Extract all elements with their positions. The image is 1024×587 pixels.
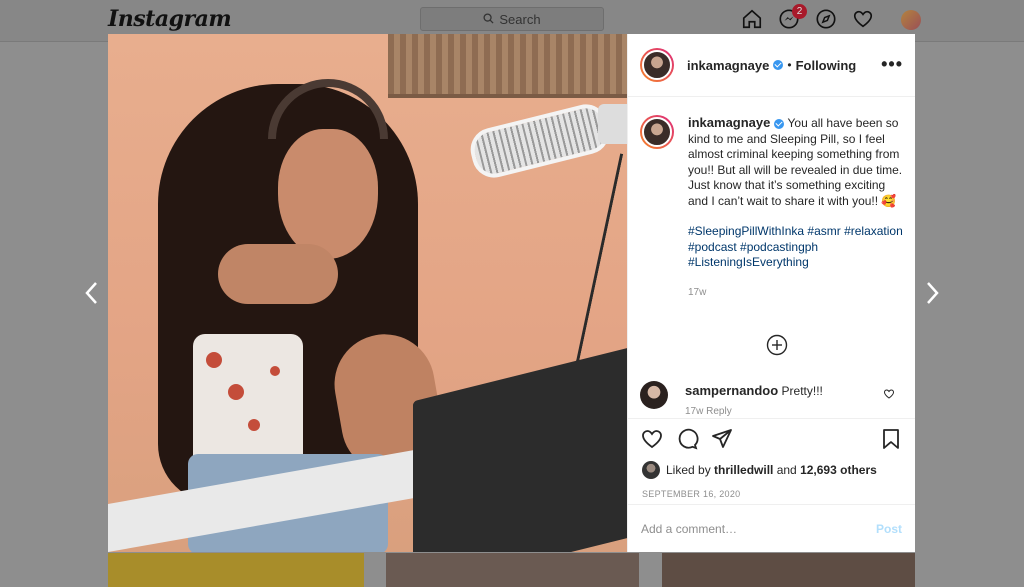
like-heart-icon[interactable] — [640, 427, 666, 453]
post-date: SEPTEMBER 16, 2020 — [642, 489, 741, 499]
commenter-username[interactable]: sampernandoo — [685, 383, 778, 398]
instagram-logo[interactable]: Instagram — [108, 6, 232, 32]
likes-summary: Liked by thrilledwill and 12,693 others — [628, 461, 915, 479]
load-more-comments-icon[interactable] — [766, 334, 788, 356]
following-button[interactable]: Following — [796, 58, 857, 73]
search-box[interactable]: Search — [420, 7, 604, 31]
post-caption: inkamagnaye You all have been so kind to… — [640, 115, 903, 300]
profile-avatar[interactable] — [901, 10, 921, 30]
commenter-avatar[interactable] — [640, 381, 668, 409]
feed-thumbnail[interactable] — [386, 553, 639, 587]
previous-post-arrow-icon[interactable] — [82, 280, 102, 306]
share-paper-plane-icon[interactable] — [710, 427, 736, 453]
verified-badge-icon — [773, 60, 784, 70]
comment-meta: 17w Reply — [685, 406, 732, 417]
messages-badge: 2 — [792, 4, 807, 19]
liker-username[interactable]: thrilledwill — [714, 463, 773, 477]
caption-username[interactable]: inkamagnaye — [688, 115, 770, 130]
verified-badge-icon — [774, 118, 785, 129]
author-username[interactable]: inkamagnaye — [687, 58, 769, 73]
caption-hashtags[interactable]: #SleepingPillWithInka #asmr #relaxation … — [688, 224, 903, 271]
post-modal: inkamagnaye • Following ••• inkamagnaye … — [108, 34, 915, 552]
comment-bubble-icon[interactable] — [675, 427, 701, 453]
post-actions: Liked by thrilledwill and 12,693 others … — [628, 418, 915, 552]
comment-like-heart-icon[interactable] — [883, 387, 895, 399]
feed-thumbnail[interactable] — [662, 553, 915, 587]
messenger-icon[interactable]: 2 — [778, 4, 807, 32]
search-icon — [483, 12, 494, 27]
post-details-panel: inkamagnaye • Following ••• inkamagnaye … — [627, 34, 915, 552]
comment-text: Pretty!!! — [781, 384, 823, 398]
author-avatar[interactable] — [640, 48, 674, 82]
add-comment-input[interactable] — [641, 521, 876, 536]
post-photo[interactable] — [108, 34, 627, 552]
add-comment-bar: Post — [628, 504, 915, 552]
activity-heart-icon[interactable] — [852, 8, 876, 32]
post-header: inkamagnaye • Following ••• — [628, 34, 915, 97]
more-options-icon[interactable]: ••• — [881, 54, 903, 75]
home-icon[interactable] — [741, 8, 765, 32]
caption-author-avatar[interactable] — [640, 115, 674, 149]
feed-thumbnail[interactable] — [108, 553, 364, 587]
caption-time: 17w — [688, 286, 707, 298]
comments-section[interactable]: inkamagnaye You all have been so kind to… — [628, 98, 915, 418]
explore-compass-icon[interactable] — [815, 8, 839, 32]
liker-avatar[interactable] — [642, 461, 660, 479]
post-comment-button[interactable]: Post — [876, 522, 902, 536]
save-bookmark-icon[interactable] — [879, 427, 905, 453]
next-post-arrow-icon[interactable] — [922, 280, 942, 306]
comment-item: sampernandoo Pretty!!! — [640, 381, 905, 409]
likes-count[interactable]: 12,693 others — [800, 463, 877, 477]
search-placeholder: Search — [499, 11, 541, 27]
